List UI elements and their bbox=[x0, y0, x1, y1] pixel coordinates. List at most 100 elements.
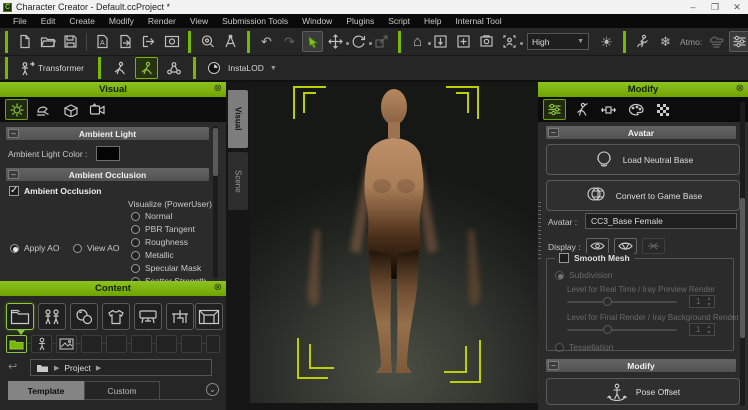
preferences-toggle-button[interactable] bbox=[729, 31, 748, 52]
ambient-light-color-swatch[interactable] bbox=[96, 146, 120, 161]
edit-pose-active-button[interactable] bbox=[135, 57, 158, 79]
convert-to-game-base-button[interactable]: Convert to Game Base bbox=[546, 180, 740, 211]
menu-script[interactable]: Script bbox=[381, 14, 417, 28]
modify-attributes-tab[interactable] bbox=[543, 99, 566, 120]
import-content-button[interactable]: A bbox=[92, 31, 113, 52]
subcategory-avatar[interactable] bbox=[31, 335, 52, 353]
modify-texture-tab[interactable] bbox=[651, 99, 674, 120]
collapse-icon[interactable]: – bbox=[8, 129, 19, 138]
new-project-button[interactable] bbox=[14, 31, 35, 52]
open-project-button[interactable] bbox=[37, 31, 58, 52]
move-tool-button[interactable] bbox=[325, 31, 346, 52]
category-project[interactable] bbox=[6, 303, 34, 330]
close-icon[interactable]: ⊗ bbox=[214, 282, 222, 293]
instalod-button[interactable]: InstaLOD ▼ bbox=[203, 57, 281, 79]
tab-custom[interactable]: Custom bbox=[84, 381, 160, 400]
zoom-avatar-button[interactable] bbox=[197, 31, 218, 52]
menu-view[interactable]: View bbox=[183, 14, 215, 28]
link-nodes-button[interactable] bbox=[162, 57, 186, 79]
level-realtime-spinner[interactable]: 1 ▲▼ bbox=[689, 295, 715, 308]
menu-create[interactable]: Create bbox=[62, 14, 102, 28]
close-icon[interactable]: ⊗ bbox=[214, 83, 222, 94]
tab-template[interactable]: Template bbox=[8, 381, 84, 400]
breadcrumb-project[interactable]: Project bbox=[64, 363, 90, 373]
calibration-button[interactable] bbox=[220, 31, 241, 52]
spinner-arrows[interactable]: ▲▼ bbox=[705, 296, 713, 308]
display-wireframe-button[interactable] bbox=[614, 238, 637, 254]
subcategory-empty[interactable] bbox=[131, 335, 152, 353]
menu-help[interactable]: Help bbox=[417, 14, 448, 28]
visualize-option-roughness[interactable]: Roughness bbox=[131, 237, 188, 247]
category-material[interactable] bbox=[70, 303, 98, 330]
level-final-slider[interactable] bbox=[567, 329, 677, 331]
subdivision-radio[interactable]: Subdivision bbox=[555, 270, 612, 280]
display-visible-button[interactable] bbox=[586, 238, 609, 254]
level-realtime-slider[interactable] bbox=[567, 301, 677, 303]
transformer-button[interactable]: Transformer bbox=[15, 57, 91, 79]
menu-render[interactable]: Render bbox=[141, 14, 183, 28]
subcategory-image[interactable] bbox=[56, 335, 77, 353]
subcategory-folder[interactable] bbox=[6, 335, 27, 353]
center-view-button[interactable] bbox=[453, 31, 474, 52]
back-icon[interactable]: ↩ bbox=[8, 360, 17, 373]
side-tab-visual[interactable]: Visual bbox=[228, 90, 248, 148]
category-stage[interactable] bbox=[195, 303, 223, 330]
export-content-button[interactable] bbox=[115, 31, 136, 52]
close-button[interactable]: ✕ bbox=[726, 0, 748, 14]
category-cloth[interactable] bbox=[102, 303, 130, 330]
category-accessory[interactable] bbox=[134, 303, 162, 330]
modify-panel-header[interactable]: Modify ⊗ bbox=[538, 82, 748, 97]
category-actor[interactable] bbox=[38, 303, 66, 330]
subcategory-empty[interactable] bbox=[206, 335, 220, 353]
rotate-tool-button[interactable] bbox=[348, 31, 369, 52]
screenshot-button[interactable] bbox=[476, 31, 497, 52]
ambient-occlusion-checkbox[interactable] bbox=[9, 186, 19, 196]
subcategory-empty[interactable] bbox=[156, 335, 177, 353]
tessellation-radio[interactable]: Tessellation bbox=[555, 342, 613, 352]
slider-knob[interactable] bbox=[603, 297, 612, 306]
display-locked-button[interactable] bbox=[642, 238, 665, 254]
redo-button[interactable]: ↷ bbox=[279, 31, 300, 52]
subcategory-empty[interactable] bbox=[106, 335, 127, 353]
export-fbx-button[interactable] bbox=[138, 31, 159, 52]
lamp-tab[interactable] bbox=[32, 99, 55, 120]
ambient-light-section-bar[interactable]: – Ambient Light bbox=[6, 127, 209, 140]
menu-plugins[interactable]: Plugins bbox=[339, 14, 381, 28]
ambient-occlusion-checkbox-row[interactable]: Ambient Occlusion bbox=[9, 186, 101, 196]
content-panel-header[interactable]: Content ⊗ bbox=[0, 281, 226, 296]
subcategory-empty[interactable] bbox=[81, 335, 102, 353]
collapse-icon[interactable]: – bbox=[548, 128, 559, 137]
level-final-spinner[interactable]: 1 ▲▼ bbox=[689, 323, 715, 336]
collapse-icon[interactable]: – bbox=[548, 361, 559, 370]
import-scene-button[interactable] bbox=[430, 31, 451, 52]
menu-submission-tools[interactable]: Submission Tools bbox=[215, 14, 295, 28]
modify-section-bar[interactable]: – Modify bbox=[546, 359, 736, 372]
visualize-option-metallic[interactable]: Metallic bbox=[131, 250, 174, 260]
edit-pose-button[interactable] bbox=[108, 57, 131, 79]
subcategory-empty[interactable] bbox=[181, 335, 202, 353]
modify-animation-tab[interactable] bbox=[570, 99, 593, 120]
close-icon[interactable]: ⊗ bbox=[736, 83, 744, 94]
load-neutral-base-button[interactable]: Load Neutral Base bbox=[546, 144, 740, 175]
breadcrumb[interactable]: ▶ Project ▶ bbox=[30, 359, 212, 376]
menu-modify[interactable]: Modify bbox=[102, 14, 141, 28]
expand-circle-icon[interactable]: ⌄ bbox=[206, 383, 219, 396]
select-tool-button[interactable] bbox=[302, 31, 323, 52]
visualize-option-specular-mask[interactable]: Specular Mask bbox=[131, 263, 201, 273]
shadow-tab[interactable] bbox=[59, 99, 82, 120]
category-prop[interactable] bbox=[166, 303, 194, 330]
avatar-name-field[interactable] bbox=[585, 213, 737, 229]
menu-file[interactable]: File bbox=[6, 14, 34, 28]
home-view-button[interactable]: ⌂ bbox=[407, 31, 428, 52]
visualize-option-normal[interactable]: Normal bbox=[131, 211, 172, 221]
modify-appearance-tab[interactable] bbox=[624, 99, 647, 120]
visual-settings-tab[interactable] bbox=[5, 99, 28, 120]
spinner-arrows[interactable]: ▲▼ bbox=[705, 324, 713, 336]
visual-panel-header[interactable]: Visual ⊗ bbox=[0, 82, 226, 97]
ambient-occlusion-section-bar[interactable]: – Ambient Occlusion bbox=[6, 168, 209, 181]
camera-tab[interactable] bbox=[86, 99, 109, 120]
visualize-option-pbr-tangent[interactable]: PBR Tangent bbox=[131, 224, 195, 234]
save-project-button[interactable] bbox=[60, 31, 81, 52]
panel-drag-handle[interactable] bbox=[538, 202, 541, 262]
media-export-button[interactable] bbox=[161, 31, 182, 52]
